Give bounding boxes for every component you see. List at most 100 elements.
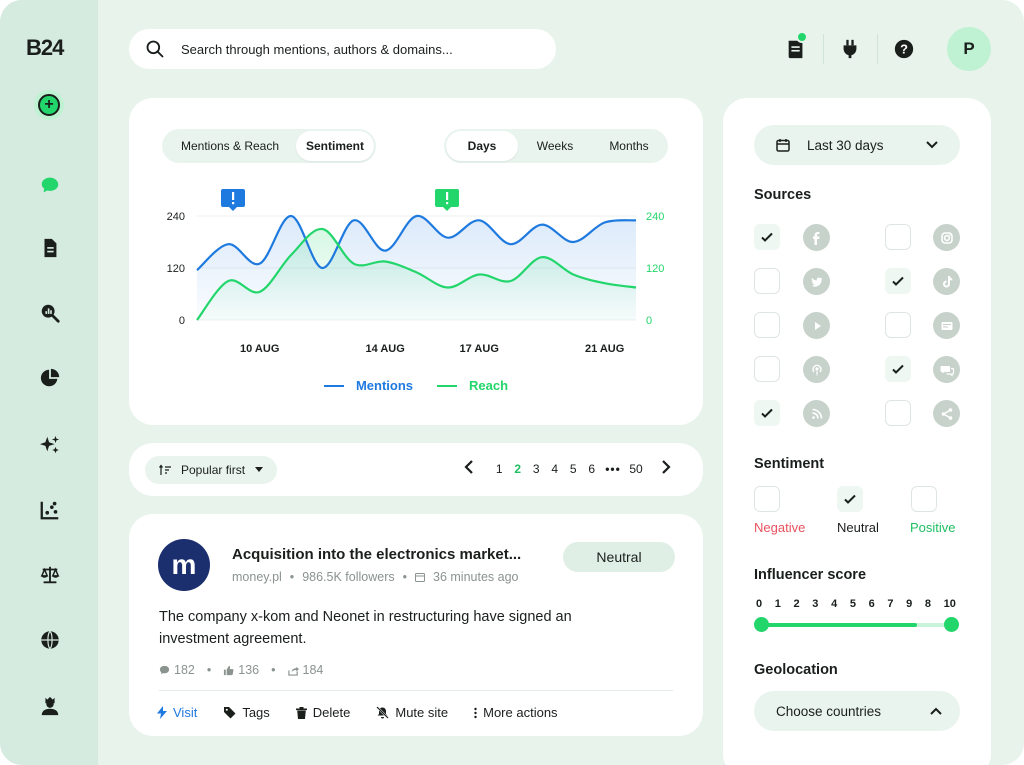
plugin-icon[interactable] xyxy=(837,36,863,62)
sentiment-badge[interactable]: Neutral xyxy=(563,542,675,572)
score-tick-label: 2 xyxy=(793,598,800,610)
page-link-last[interactable]: 50 xyxy=(625,462,647,476)
sentiment-negative-label: Negative xyxy=(754,520,806,535)
sentiment-negative-checkbox[interactable] xyxy=(754,486,780,512)
mute-site-button[interactable]: Mute site xyxy=(376,705,448,720)
legend-swatch xyxy=(437,384,458,387)
influencer-score-track[interactable] xyxy=(761,623,951,627)
scatter-chart-icon[interactable] xyxy=(37,497,63,523)
influencer-score-max-handle[interactable] xyxy=(944,617,959,632)
sort-icon xyxy=(159,464,171,475)
comments-count: 182 xyxy=(174,663,195,677)
checkmark-icon xyxy=(844,494,856,504)
source-checkbox[interactable] xyxy=(885,356,911,382)
date-range-select[interactable]: Last 30 days xyxy=(754,125,960,165)
legend-mentions[interactable]: Mentions xyxy=(323,378,413,393)
sort-label: Popular first xyxy=(181,463,246,477)
analytics-search-icon[interactable] xyxy=(37,300,63,326)
source-checkbox[interactable] xyxy=(885,400,911,426)
delete-button[interactable]: Delete xyxy=(295,705,350,720)
podcast-icon xyxy=(803,356,830,383)
score-tick-label: 6 xyxy=(868,598,875,610)
x-tick-label: 17 AUG xyxy=(460,343,499,355)
share-arrow-icon xyxy=(287,666,299,676)
search-icon xyxy=(146,40,164,58)
help-icon[interactable]: ? xyxy=(891,36,917,62)
page-link[interactable]: 5 xyxy=(564,462,583,476)
score-tick-label: 3 xyxy=(812,598,819,610)
kebab-icon xyxy=(474,707,477,718)
page-link[interactable]: 4 xyxy=(546,462,565,476)
score-tick-label: 8 xyxy=(924,598,932,610)
add-button[interactable]: + xyxy=(34,90,64,120)
score-tick-label: 1 xyxy=(774,598,781,610)
source-checkbox[interactable] xyxy=(754,400,780,426)
pie-chart-icon[interactable] xyxy=(37,365,63,391)
sources-title: Sources xyxy=(754,187,812,203)
source-checkbox[interactable] xyxy=(885,268,911,294)
globe-icon[interactable] xyxy=(37,627,63,653)
document-icon[interactable] xyxy=(37,235,63,261)
mention-source[interactable]: money.pl xyxy=(232,570,282,584)
sidebar: B24 + xyxy=(0,0,98,765)
page-link[interactable]: 1 xyxy=(490,462,509,476)
chevron-right-icon xyxy=(662,460,671,474)
source-checkbox[interactable] xyxy=(754,268,780,294)
score-tick-labels: 0 1 2 3 4 5 6 7 9 8 10 xyxy=(756,598,956,610)
y-tick-label-left: 120 xyxy=(167,263,185,275)
countries-select[interactable]: Choose countries xyxy=(754,691,960,731)
divider xyxy=(877,34,878,64)
score-tick-label: 5 xyxy=(849,598,856,610)
source-checkbox[interactable] xyxy=(885,224,911,250)
legend-swatch xyxy=(323,384,344,387)
tags-button[interactable]: Tags xyxy=(223,705,270,720)
checkmark-icon xyxy=(761,408,773,418)
more-actions-button[interactable]: More actions xyxy=(474,705,558,720)
caret-down-icon xyxy=(255,467,264,472)
source-checkbox[interactable] xyxy=(754,356,780,382)
page-link[interactable]: 6 xyxy=(583,462,602,476)
stat-separator: • xyxy=(271,663,276,677)
lightning-icon xyxy=(157,706,167,719)
source-logo[interactable]: m xyxy=(158,539,210,591)
influencer-icon[interactable] xyxy=(37,693,63,719)
search-input[interactable] xyxy=(181,41,541,57)
y-tick-label-right: 120 xyxy=(646,263,664,275)
countries-select-label: Choose countries xyxy=(776,703,882,719)
visit-button[interactable]: Visit xyxy=(157,705,197,720)
next-page-button[interactable] xyxy=(655,460,677,477)
divider xyxy=(159,690,673,691)
alert-marker-blue[interactable] xyxy=(221,189,245,211)
legend-label: Reach xyxy=(469,378,509,393)
plus-icon: + xyxy=(38,94,60,116)
legend-reach[interactable]: Reach xyxy=(437,378,508,393)
y-tick-label-right: 0 xyxy=(646,315,652,327)
mention-title[interactable]: Acquisition into the electronics market.… xyxy=(232,546,521,563)
sentiment-neutral-checkbox[interactable] xyxy=(837,486,863,512)
sparkles-icon[interactable] xyxy=(37,432,63,458)
chart-legend: Mentions Reach xyxy=(129,378,703,393)
chevron-left-icon xyxy=(464,460,473,474)
chat-icon[interactable] xyxy=(37,172,63,198)
page-link-active[interactable]: 2 xyxy=(509,462,528,476)
rss-icon xyxy=(803,400,830,427)
alert-marker-green[interactable] xyxy=(435,189,459,211)
source-checkbox[interactable] xyxy=(754,312,780,338)
app-frame: B24 + Search through mentions, authors &… xyxy=(0,0,1024,765)
user-avatar[interactable]: P xyxy=(947,27,991,71)
influencer-score-min-handle[interactable] xyxy=(754,617,769,632)
shares-count: 184 xyxy=(302,663,324,677)
mention-followers: 986.5K followers xyxy=(302,570,395,584)
prev-page-button[interactable] xyxy=(458,460,480,477)
source-checkbox[interactable] xyxy=(754,224,780,250)
influencer-score-fill xyxy=(761,623,917,627)
page-link[interactable]: 3 xyxy=(527,462,546,476)
tiktok-icon xyxy=(933,268,960,295)
notification-badge xyxy=(796,31,808,43)
source-checkbox[interactable] xyxy=(885,312,911,338)
share-icon xyxy=(933,400,960,427)
sort-dropdown[interactable]: Popular first xyxy=(145,456,278,484)
scales-icon[interactable] xyxy=(37,562,63,588)
sentiment-positive-checkbox[interactable] xyxy=(911,486,937,512)
more-actions-label: More actions xyxy=(483,705,558,720)
